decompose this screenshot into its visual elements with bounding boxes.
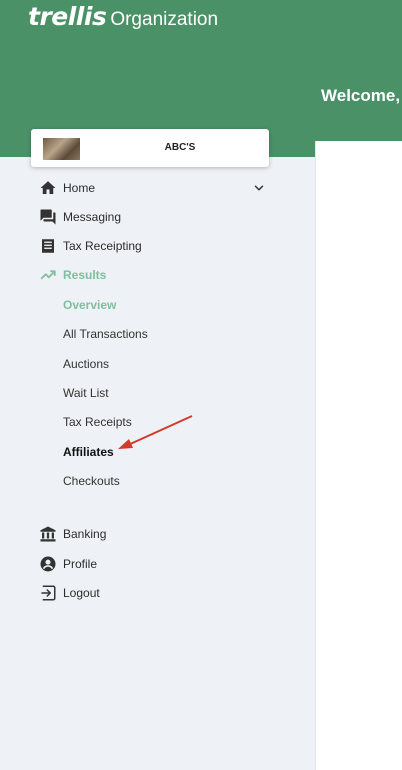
annotation-arrow bbox=[118, 415, 193, 449]
